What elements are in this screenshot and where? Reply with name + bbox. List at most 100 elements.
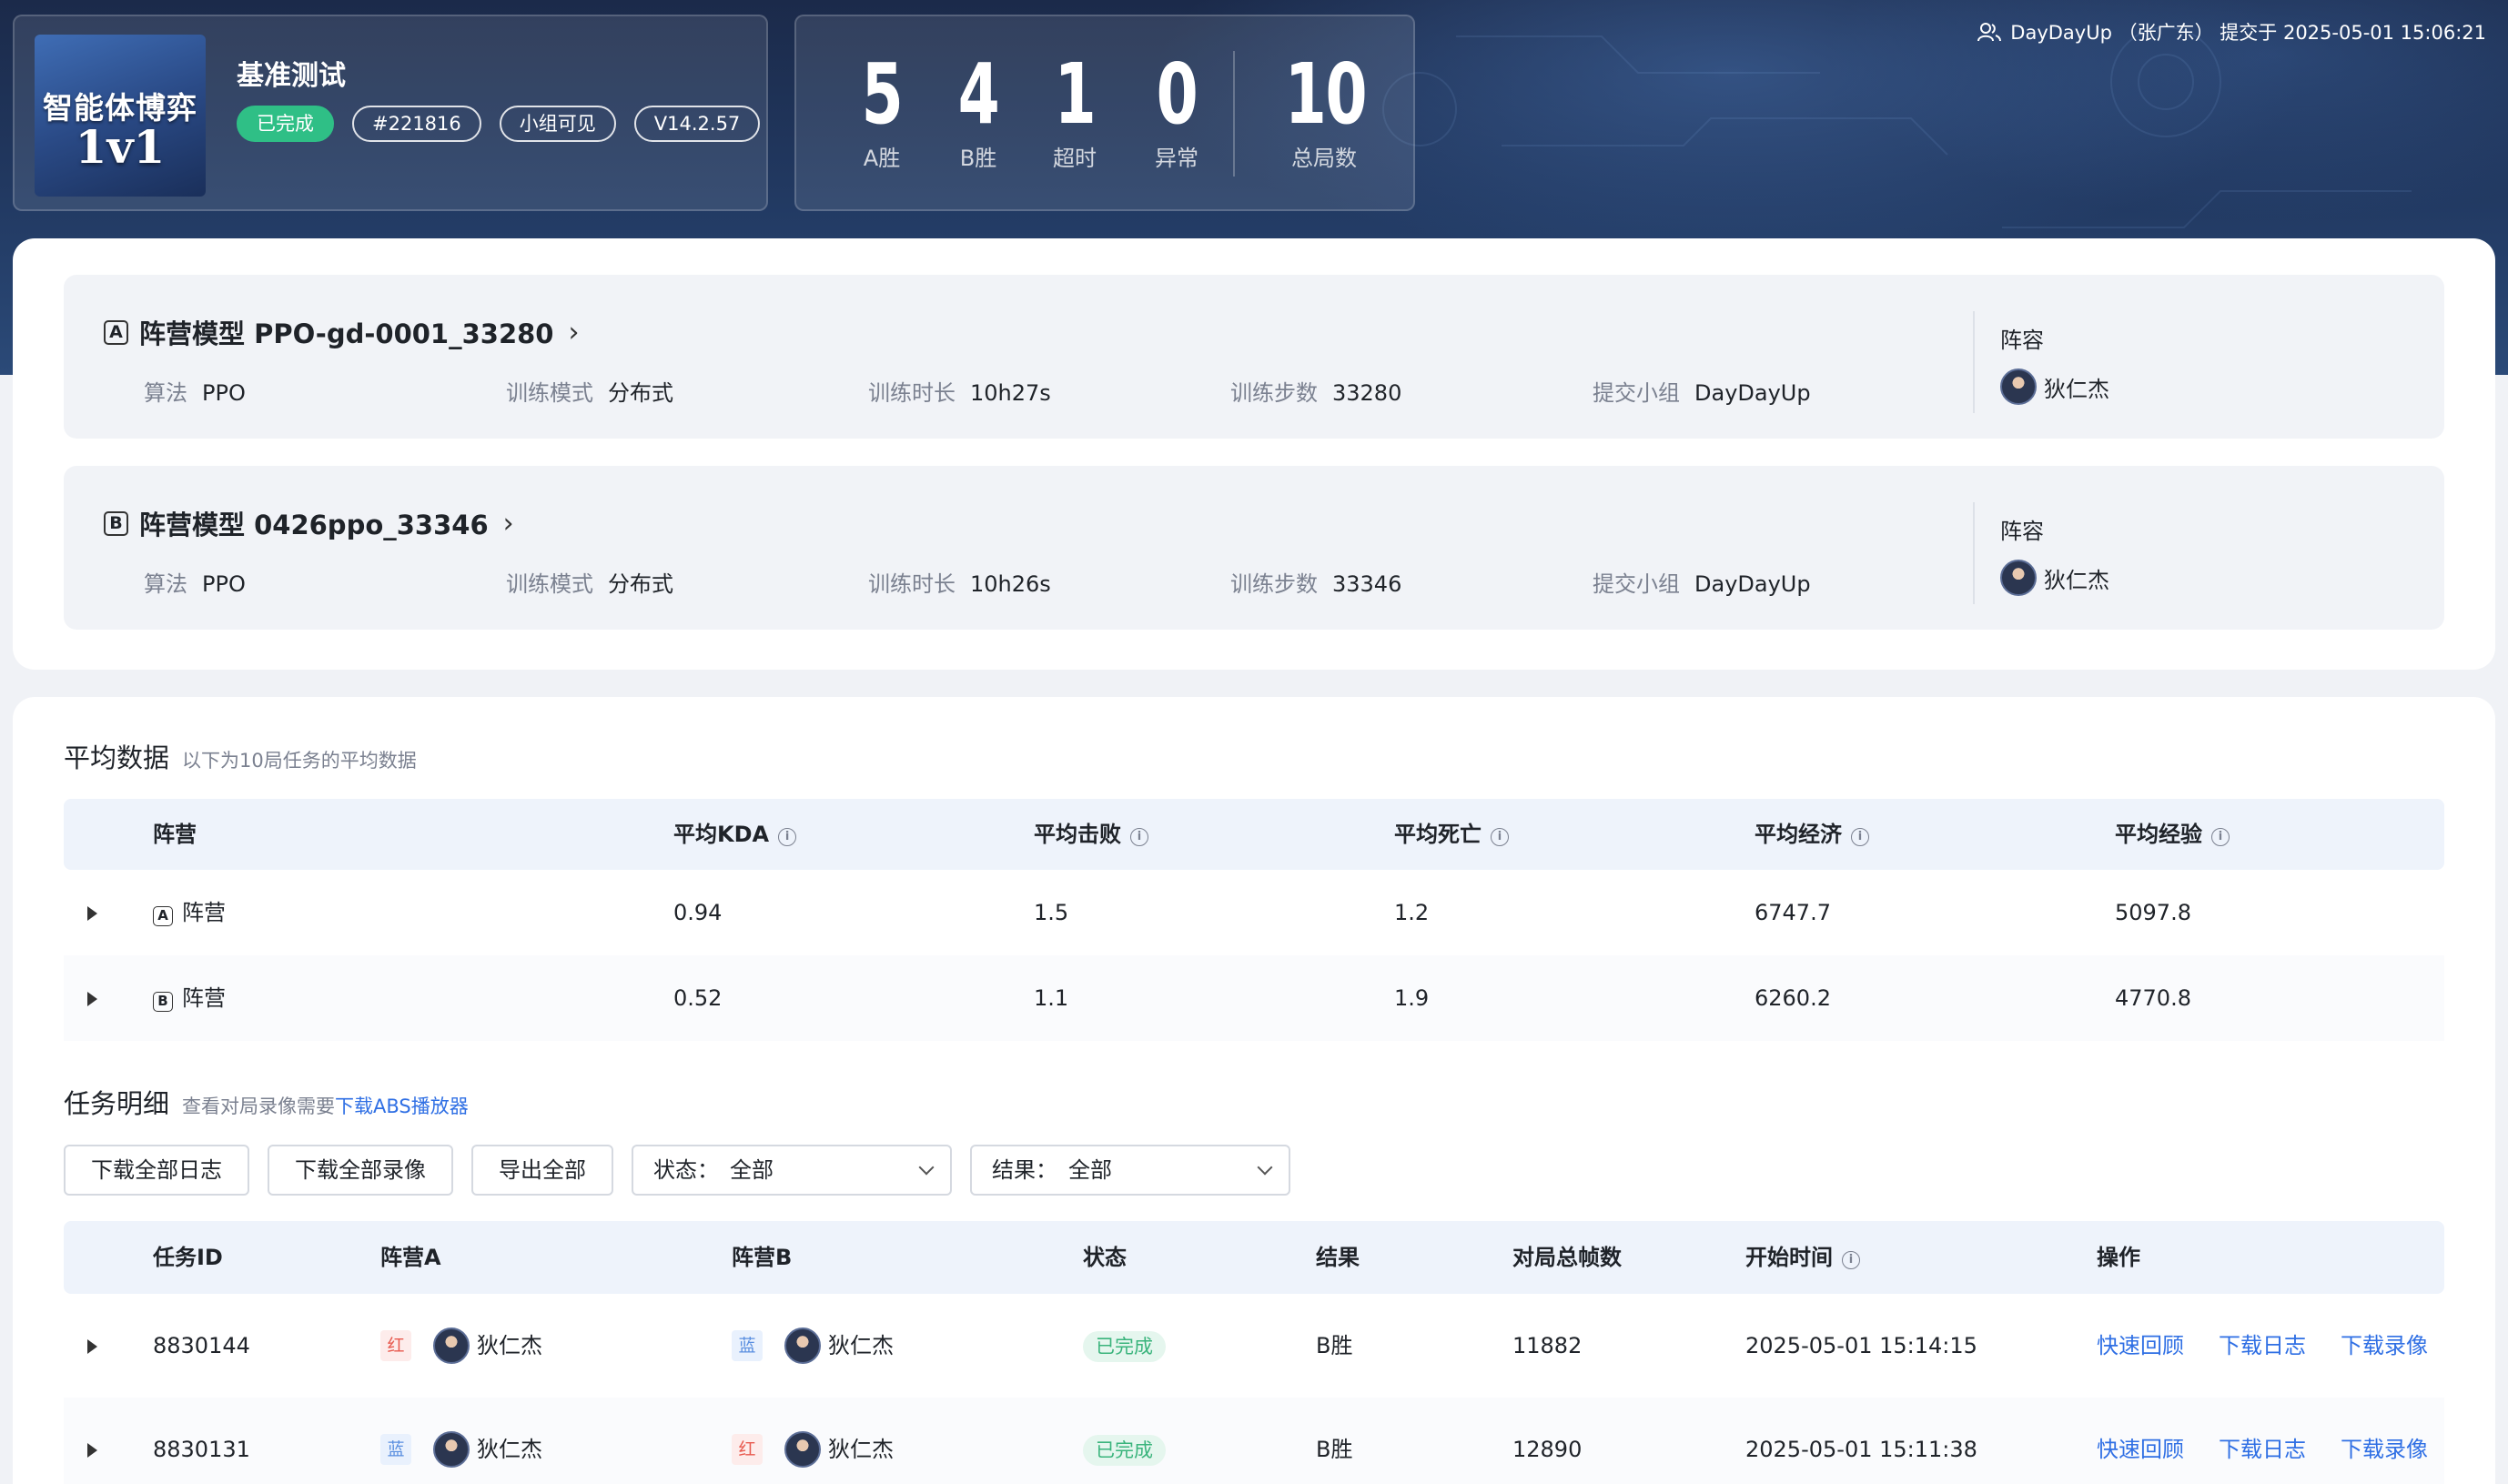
col-start-time: 开始时间 i — [1745, 1221, 1860, 1294]
visibility-tag: 小组可见 — [499, 106, 616, 142]
field-submit-group: 提交小组 DayDayUp — [1593, 571, 1811, 597]
quick-review-link[interactable]: 快速回顾 — [2097, 1437, 2184, 1462]
user-group-icon — [1977, 23, 2002, 42]
col-result: 结果 — [1316, 1245, 1360, 1270]
model-card-b: B 阵营模型 0426ppo_33346 › 算法 PPO 训练模式 分布式 训练时… — [64, 466, 2444, 630]
stat-error: 0 异常 — [1155, 45, 1198, 172]
chevron-right-icon: › — [502, 507, 514, 540]
field-algorithm: 算法 PPO — [144, 571, 246, 597]
lineup-label: 阵容 — [2000, 519, 2044, 544]
info-icon[interactable]: i — [1851, 828, 1869, 846]
table-row: B 阵营 0.52 1.1 1.9 6260.2 4770.8 — [64, 955, 2444, 1041]
frames-cell: 12890 — [1512, 1437, 1583, 1462]
actions-cell: 快速回顾 下载日志 下载录像 — [2097, 1294, 2428, 1398]
submit-info: DayDayUp （张广东） 提交于 2025-05-01 15:06:21 — [1977, 18, 2486, 45]
side-b-cell: 红狄仁杰 — [732, 1398, 894, 1484]
col-task-id: 任务ID — [153, 1245, 223, 1270]
field-train-steps: 训练步数 33280 — [1230, 380, 1402, 406]
side-chip-red: 红 — [380, 1330, 411, 1361]
side-b-cell: 蓝狄仁杰 — [732, 1294, 894, 1398]
lineup-divider — [1973, 502, 1975, 604]
tasks-toolbar: 下载全部日志 下载全部录像 导出全部 状态： 全部 结果： 全部 — [64, 1145, 1290, 1196]
hero-name: 狄仁杰 — [2044, 376, 2109, 402]
download-replay-link[interactable]: 下载录像 — [2341, 1333, 2428, 1358]
chevron-right-icon: › — [568, 316, 580, 348]
row-gold: 6747.7 — [1755, 900, 1831, 925]
field-algorithm: 算法 PPO — [144, 380, 246, 406]
field-train-duration: 训练时长 10h27s — [868, 380, 1051, 406]
model-b-link[interactable]: B 阵营模型 0426ppo_33346 › — [104, 504, 514, 542]
table-header: 任务ID 阵营A 阵营B 状态 结果 对局总帧数 开始时间 i 操作 — [64, 1221, 2444, 1294]
download-log-link[interactable]: 下载日志 — [2219, 1333, 2306, 1358]
lineup-hero: 狄仁杰 — [2000, 560, 2109, 596]
side-chip-blue: 蓝 — [380, 1434, 411, 1465]
row-kda: 0.52 — [673, 985, 723, 1011]
task-id: 8830131 — [153, 1437, 250, 1462]
expand-caret-icon[interactable] — [87, 992, 97, 1006]
status-cell: 已完成 — [1083, 1398, 1166, 1484]
field-train-mode: 训练模式 分布式 — [506, 380, 673, 406]
frames-cell: 11882 — [1512, 1333, 1583, 1358]
lineup-label: 阵容 — [2000, 328, 2044, 353]
row-kda: 0.94 — [673, 900, 723, 925]
side-b-badge: B — [104, 510, 128, 536]
row-side: B 阵营 — [153, 955, 226, 1041]
lineup-hero: 狄仁杰 — [2000, 368, 2109, 405]
download-replay-link[interactable]: 下载录像 — [2341, 1437, 2428, 1462]
game-logo: 智能体博弈 1v1 — [35, 35, 206, 197]
side-chip-blue: 蓝 — [732, 1330, 763, 1361]
model-a-link[interactable]: A 阵营模型 PPO-gd-0001_33280 › — [104, 313, 580, 351]
field-train-duration: 训练时长 10h26s — [868, 571, 1051, 597]
start-time-cell: 2025-05-01 15:11:38 — [1745, 1437, 1977, 1462]
status-filter-select[interactable]: 状态： 全部 — [632, 1145, 952, 1196]
hero-avatar — [433, 1328, 470, 1364]
status-badge: 已完成 — [1083, 1331, 1166, 1362]
expand-caret-icon[interactable] — [87, 1443, 97, 1458]
export-all-button[interactable]: 导出全部 — [471, 1145, 613, 1196]
actions-cell: 快速回顾 下载日志 下载录像 — [2097, 1398, 2428, 1484]
download-log-link[interactable]: 下载日志 — [2219, 1437, 2306, 1462]
tasks-heading: 任务明细 查看对局录像需要下载ABS播放器 — [64, 1083, 469, 1121]
field-submit-group: 提交小组 DayDayUp — [1593, 380, 1811, 406]
row-deaths: 1.2 — [1394, 900, 1430, 925]
chevron-down-icon — [1257, 1159, 1273, 1176]
side-a-cell: 蓝狄仁杰 — [380, 1398, 542, 1484]
row-deaths: 1.9 — [1394, 985, 1430, 1011]
col-status: 状态 — [1083, 1245, 1127, 1270]
info-icon[interactable]: i — [1130, 828, 1148, 846]
hero-name: 狄仁杰 — [2044, 567, 2109, 593]
stat-timeout: 1 超时 — [1053, 45, 1097, 172]
stat-a-wins: 5 A胜 — [861, 45, 904, 172]
lineup-b: 阵容 狄仁杰 — [2000, 513, 2109, 596]
lineup-a: 阵容 狄仁杰 — [2000, 322, 2109, 405]
id-tag: #221816 — [352, 106, 481, 142]
info-icon[interactable]: i — [2211, 828, 2230, 846]
status-tag: 已完成 — [237, 106, 334, 142]
task-id: 8830144 — [153, 1333, 250, 1358]
row-gold: 6260.2 — [1755, 985, 1831, 1011]
hero-avatar — [784, 1431, 821, 1468]
info-icon[interactable]: i — [778, 828, 797, 846]
table-header: 阵营 平均KDA i 平均击败 i 平均死亡 i 平均经济 i 平均经验 i — [64, 799, 2444, 870]
tasks-title: 任务明细 — [64, 1088, 170, 1119]
averages-subtitle: 以下为10局任务的平均数据 — [182, 750, 417, 772]
lineup-divider — [1973, 311, 1975, 413]
quick-review-link[interactable]: 快速回顾 — [2097, 1333, 2184, 1358]
model-a-title: 阵营模型 PPO-gd-0001_33280 — [139, 318, 554, 349]
download-player-link[interactable]: 下载ABS播放器 — [335, 1095, 469, 1117]
stats-panel: 平均数据 以下为10局任务的平均数据 阵营 平均KDA i 平均击败 i 平均死亡 i… — [13, 697, 2495, 1484]
result-filter-select[interactable]: 结果： 全部 — [970, 1145, 1290, 1196]
info-icon[interactable]: i — [1842, 1251, 1860, 1269]
download-all-replays-button[interactable]: 下载全部录像 — [268, 1145, 453, 1196]
averages-table: 阵营 平均KDA i 平均击败 i 平均死亡 i 平均经济 i 平均经验 i A 阵营 0.… — [64, 799, 2444, 1041]
chevron-down-icon — [918, 1159, 935, 1176]
download-all-logs-button[interactable]: 下载全部日志 — [64, 1145, 249, 1196]
row-kills: 1.5 — [1034, 900, 1069, 925]
status-cell: 已完成 — [1083, 1294, 1166, 1398]
expand-caret-icon[interactable] — [87, 1339, 97, 1354]
expand-caret-icon[interactable] — [87, 906, 97, 921]
col-kills: 平均击败 i — [1034, 799, 1148, 870]
col-frames: 对局总帧数 — [1512, 1245, 1622, 1270]
info-icon[interactable]: i — [1491, 828, 1509, 846]
start-time-cell: 2025-05-01 15:14:15 — [1745, 1333, 1977, 1358]
